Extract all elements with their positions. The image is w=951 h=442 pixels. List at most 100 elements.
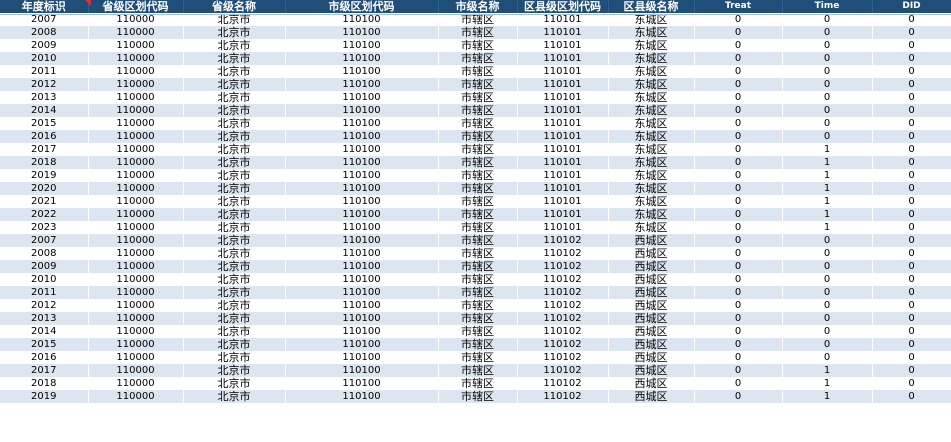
- table-cell[interactable]: 0: [872, 117, 951, 130]
- table-cell[interactable]: 110000: [88, 156, 184, 169]
- table-cell[interactable]: 0: [694, 390, 783, 403]
- table-cell[interactable]: 北京市: [183, 182, 286, 195]
- table-cell[interactable]: 西城区: [608, 260, 695, 273]
- table-cell[interactable]: 2014: [0, 325, 89, 338]
- table-cell[interactable]: 110000: [88, 195, 184, 208]
- table-cell[interactable]: 0: [872, 156, 951, 169]
- table-cell[interactable]: 0: [694, 351, 783, 364]
- table-cell[interactable]: 110102: [517, 364, 609, 377]
- table-cell[interactable]: 0: [872, 39, 951, 52]
- table-cell[interactable]: 110101: [517, 65, 609, 78]
- table-cell[interactable]: 北京市: [183, 312, 286, 325]
- table-cell[interactable]: 1: [782, 156, 873, 169]
- table-cell[interactable]: 北京市: [183, 221, 286, 234]
- table-cell[interactable]: 市辖区: [438, 377, 518, 390]
- table-cell[interactable]: 2018: [0, 377, 89, 390]
- table-cell[interactable]: 110000: [88, 286, 184, 299]
- table-cell[interactable]: 东城区: [608, 26, 695, 39]
- table-cell[interactable]: 2012: [0, 78, 89, 91]
- column-header-province-code[interactable]: 省级区划代码: [88, 0, 184, 13]
- table-cell[interactable]: 110102: [517, 260, 609, 273]
- table-cell[interactable]: 110101: [517, 169, 609, 182]
- table-cell[interactable]: 110000: [88, 208, 184, 221]
- table-cell[interactable]: 110000: [88, 273, 184, 286]
- table-cell[interactable]: 110100: [285, 390, 439, 403]
- table-cell[interactable]: 市辖区: [438, 39, 518, 52]
- table-cell[interactable]: 110102: [517, 299, 609, 312]
- table-cell[interactable]: 北京市: [183, 325, 286, 338]
- table-cell[interactable]: 东城区: [608, 195, 695, 208]
- table-cell[interactable]: 110100: [285, 52, 439, 65]
- table-cell[interactable]: 110000: [88, 169, 184, 182]
- table-cell[interactable]: 北京市: [183, 234, 286, 247]
- table-cell[interactable]: 110000: [88, 39, 184, 52]
- column-header-time[interactable]: Time: [782, 0, 873, 13]
- table-cell[interactable]: 110102: [517, 351, 609, 364]
- table-cell[interactable]: 0: [694, 208, 783, 221]
- table-cell[interactable]: 1: [782, 221, 873, 234]
- table-cell[interactable]: 110000: [88, 312, 184, 325]
- table-cell[interactable]: 0: [694, 234, 783, 247]
- table-cell[interactable]: 北京市: [183, 377, 286, 390]
- table-cell[interactable]: 110100: [285, 377, 439, 390]
- table-cell[interactable]: 2009: [0, 260, 89, 273]
- table-cell[interactable]: 0: [872, 299, 951, 312]
- table-cell[interactable]: 北京市: [183, 286, 286, 299]
- table-cell[interactable]: 市辖区: [438, 169, 518, 182]
- table-cell[interactable]: 市辖区: [438, 351, 518, 364]
- table-cell[interactable]: 110101: [517, 91, 609, 104]
- table-cell[interactable]: 0: [694, 52, 783, 65]
- table-cell[interactable]: 110100: [285, 325, 439, 338]
- table-cell[interactable]: 2021: [0, 195, 89, 208]
- table-cell[interactable]: 0: [782, 273, 873, 286]
- table-cell[interactable]: 0: [872, 130, 951, 143]
- table-cell[interactable]: 2020: [0, 182, 89, 195]
- table-cell[interactable]: 2017: [0, 143, 89, 156]
- table-cell[interactable]: 110102: [517, 390, 609, 403]
- table-cell[interactable]: 110102: [517, 273, 609, 286]
- table-cell[interactable]: 0: [872, 260, 951, 273]
- table-cell[interactable]: 东城区: [608, 130, 695, 143]
- table-cell[interactable]: 110000: [88, 143, 184, 156]
- table-cell[interactable]: 110100: [285, 208, 439, 221]
- table-cell[interactable]: 0: [872, 195, 951, 208]
- table-cell[interactable]: 2008: [0, 247, 89, 260]
- table-cell[interactable]: 北京市: [183, 169, 286, 182]
- table-cell[interactable]: 0: [694, 78, 783, 91]
- table-cell[interactable]: 0: [872, 65, 951, 78]
- table-cell[interactable]: 0: [694, 273, 783, 286]
- table-cell[interactable]: 0: [694, 104, 783, 117]
- table-cell[interactable]: 市辖区: [438, 78, 518, 91]
- table-cell[interactable]: 市辖区: [438, 325, 518, 338]
- table-cell[interactable]: 0: [694, 312, 783, 325]
- table-cell[interactable]: 0: [782, 91, 873, 104]
- table-cell[interactable]: 市辖区: [438, 65, 518, 78]
- table-cell[interactable]: 2010: [0, 52, 89, 65]
- table-cell[interactable]: 2013: [0, 91, 89, 104]
- table-cell[interactable]: 2008: [0, 26, 89, 39]
- table-cell[interactable]: 110102: [517, 247, 609, 260]
- table-cell[interactable]: 北京市: [183, 104, 286, 117]
- table-cell[interactable]: 东城区: [608, 143, 695, 156]
- table-cell[interactable]: 市辖区: [438, 182, 518, 195]
- table-cell[interactable]: 110000: [88, 130, 184, 143]
- column-header-treat[interactable]: Treat: [694, 0, 783, 13]
- table-cell[interactable]: 西城区: [608, 351, 695, 364]
- table-cell[interactable]: 110000: [88, 117, 184, 130]
- table-cell[interactable]: 2010: [0, 273, 89, 286]
- table-cell[interactable]: 西城区: [608, 390, 695, 403]
- table-cell[interactable]: 西城区: [608, 364, 695, 377]
- table-cell[interactable]: 0: [872, 273, 951, 286]
- table-cell[interactable]: 西城区: [608, 247, 695, 260]
- table-cell[interactable]: 东城区: [608, 156, 695, 169]
- table-cell[interactable]: 110100: [285, 78, 439, 91]
- table-cell[interactable]: 0: [694, 325, 783, 338]
- table-cell[interactable]: 2013: [0, 312, 89, 325]
- table-cell[interactable]: 1: [782, 364, 873, 377]
- table-cell[interactable]: 2016: [0, 130, 89, 143]
- table-cell[interactable]: 110100: [285, 130, 439, 143]
- table-cell[interactable]: 0: [694, 247, 783, 260]
- table-cell[interactable]: 东城区: [608, 91, 695, 104]
- table-cell[interactable]: 110100: [285, 247, 439, 260]
- table-cell[interactable]: 110000: [88, 182, 184, 195]
